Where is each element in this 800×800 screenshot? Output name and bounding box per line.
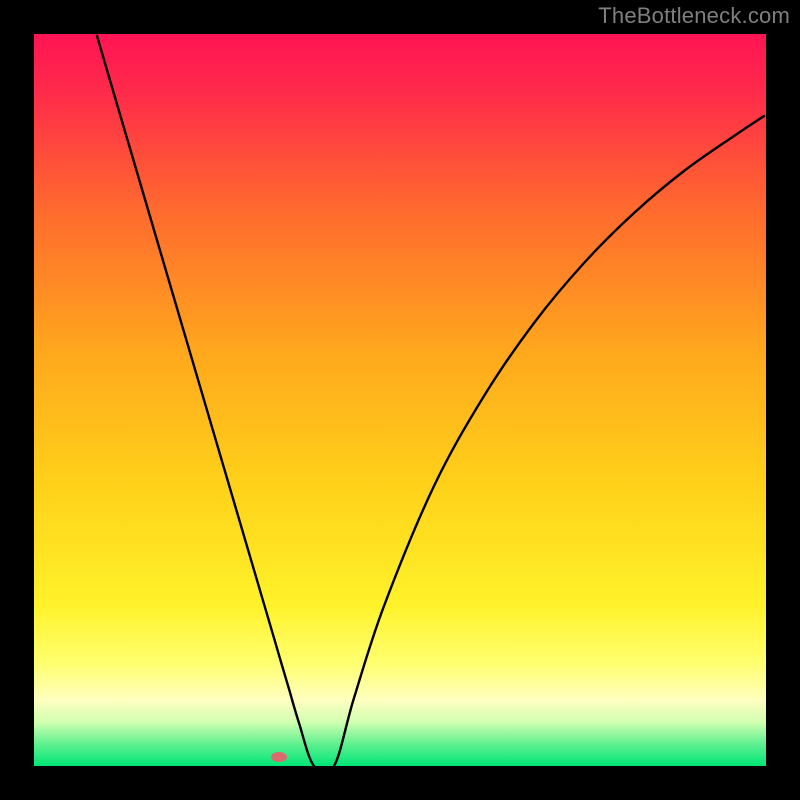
chart-frame: TheBottleneck.com bbox=[0, 0, 800, 800]
watermark-text: TheBottleneck.com bbox=[598, 3, 790, 29]
minimum-marker bbox=[271, 752, 287, 762]
bottleneck-curve bbox=[34, 34, 766, 766]
plot-area bbox=[34, 34, 766, 766]
